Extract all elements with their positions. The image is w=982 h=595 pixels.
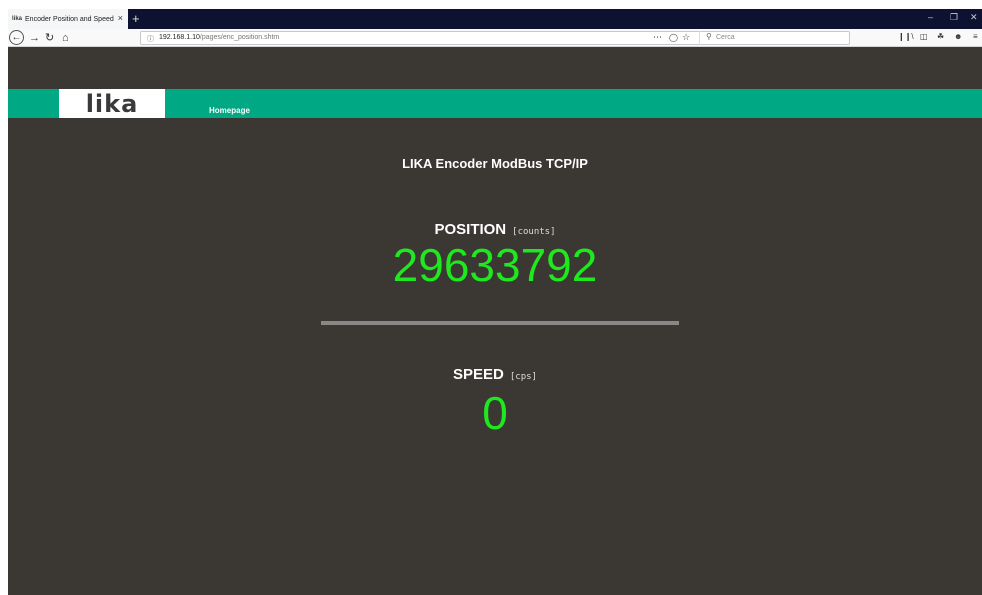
pocket-icon[interactable]: ◯ <box>669 33 678 42</box>
url-text[interactable]: 192.168.1.10/pages/enc_position.shtm <box>159 34 279 41</box>
position-unit: [counts] <box>512 227 556 237</box>
info-icon[interactable]: ⓘ <box>147 34 154 44</box>
home-icon[interactable]: ⌂ <box>62 31 69 45</box>
reload-icon[interactable]: ↻ <box>45 31 54 45</box>
position-value: 29633792 <box>392 239 598 291</box>
browser-tab[interactable]: lika Encoder Position and Speed × <box>8 9 128 29</box>
more-dots-icon[interactable]: ⋯ <box>653 32 662 43</box>
logo-text: lika <box>85 89 139 118</box>
close-icon[interactable]: ✕ <box>970 12 978 23</box>
browser-tab-bar: lika Encoder Position and Speed × + – ❐ … <box>8 9 982 29</box>
star-icon[interactable]: ☆ <box>682 32 690 43</box>
page-content: lika Homepage LIKA Encoder ModBus TCP/IP… <box>8 47 982 595</box>
url-host: 192.168.1.10 <box>159 34 200 41</box>
browser-nav-bar: ← → ↻ ⌂ ⓘ 192.168.1.10/pages/enc_positio… <box>8 29 982 47</box>
position-label: POSITION <box>434 221 507 238</box>
lika-logo[interactable]: lika <box>59 89 165 118</box>
extension-icon[interactable]: ☘ <box>937 32 944 41</box>
divider <box>321 321 679 325</box>
speed-unit: [cps] <box>509 372 537 382</box>
hamburger-menu-icon[interactable]: ≡ <box>973 32 978 41</box>
search-input[interactable]: ⚲ Cerca <box>699 31 849 45</box>
address-bar[interactable]: ⓘ 192.168.1.10/pages/enc_position.shtm ⋯… <box>140 31 850 45</box>
back-arrow-icon[interactable]: ← <box>9 30 24 45</box>
search-placeholder: Cerca <box>716 34 735 41</box>
url-path: /pages/enc_position.shtm <box>199 34 280 41</box>
sidebar-icon[interactable]: ◫ <box>920 32 928 41</box>
page-title: LIKA Encoder ModBus TCP/IP <box>402 156 588 171</box>
speed-label-row: SPEED [cps] <box>8 366 982 384</box>
position-label-row: POSITION [counts] <box>8 221 982 239</box>
new-tab-button[interactable]: + <box>132 11 140 26</box>
lika-favicon-icon: lika <box>12 16 23 22</box>
speed-label: SPEED <box>453 366 504 383</box>
forward-arrow-icon[interactable]: → <box>29 31 40 45</box>
account-icon[interactable]: ☻ <box>954 32 962 41</box>
tab-close-icon[interactable]: × <box>118 13 123 23</box>
library-icon[interactable]: ❙❙\ <box>898 32 914 41</box>
tab-title: Encoder Position and Speed <box>25 15 114 23</box>
nav-link-homepage[interactable]: Homepage <box>209 106 250 115</box>
speed-value: 0 <box>482 387 508 439</box>
restore-icon[interactable]: ❐ <box>950 12 958 23</box>
search-icon: ⚲ <box>706 32 712 41</box>
minimize-icon[interactable]: – <box>928 12 933 22</box>
